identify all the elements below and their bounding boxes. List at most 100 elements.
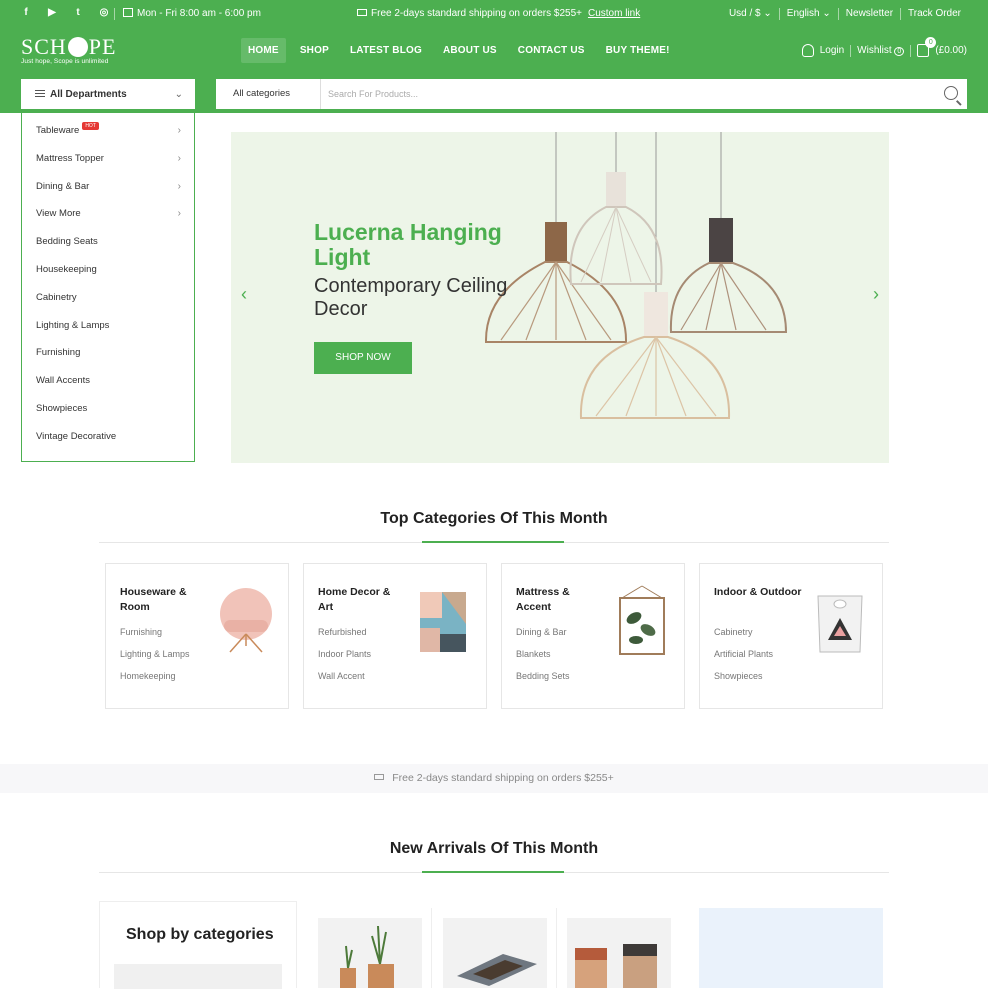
chevron-right-icon[interactable]: › (873, 284, 879, 305)
cart-total[interactable]: (£0.00) (935, 45, 967, 56)
search-input[interactable]: Search For Products... (321, 89, 967, 99)
menu-item-vintage-decorative[interactable]: Vintage Decorative (22, 423, 194, 451)
custom-link[interactable]: Custom link (588, 8, 640, 19)
section-title-new-arrivals: New Arrivals Of This Month (389, 840, 599, 857)
category-link[interactable]: Homekeeping (120, 671, 190, 693)
youtube-icon[interactable]: ▶ (46, 7, 58, 19)
logo[interactable]: SCH PE Just hope, Scope is unlimited (21, 34, 117, 66)
top-bar: f ▶ t ◎ Mon - Fri 8:00 am - 6:00 pm Free… (0, 0, 988, 27)
category-image (114, 964, 282, 989)
menu-item-lighting-lamps[interactable]: Lighting & Lamps (22, 312, 194, 340)
nav-contact-us[interactable]: CONTACT US (511, 38, 592, 63)
category-link[interactable]: Indoor Plants (318, 649, 371, 671)
storage-bag-image (817, 595, 863, 653)
cart-icon[interactable]: 0 (917, 37, 937, 57)
product-image[interactable] (567, 918, 671, 988)
category-card[interactable]: Indoor & Outdoor Cabinetry Artificial Pl… (699, 563, 883, 709)
menu-item-bedding-seats[interactable]: Bedding Seats (22, 228, 194, 256)
category-link[interactable]: Wall Accent (318, 671, 371, 693)
chevron-right-icon: › (177, 125, 181, 136)
calendar-icon (123, 8, 133, 17)
wishlist-count: 0 (894, 47, 905, 56)
category-card[interactable]: Houseware & Room Furnishing Lighting & L… (105, 563, 289, 709)
category-link[interactable]: Bedding Sets (516, 671, 570, 693)
category-card-title[interactable]: Home Decor & Art (318, 585, 408, 615)
menu-item-mattress-topper[interactable]: Mattress Topper › (22, 145, 194, 173)
menu-item-wall-accents[interactable]: Wall Accents (22, 367, 194, 395)
menu-item-tableware[interactable]: Tableware HOT › (22, 117, 194, 145)
nav-latest-blog[interactable]: LATEST BLOG (343, 38, 429, 63)
login-link[interactable]: Login (820, 45, 844, 56)
hot-badge: HOT (82, 122, 99, 130)
category-link[interactable]: Showpieces (714, 671, 773, 693)
all-departments-toggle[interactable]: All Departments ⌄ (21, 79, 195, 109)
menu-item-view-more[interactable]: View More › (22, 200, 194, 228)
logo-text-right: PE (88, 34, 117, 59)
newsletter-link[interactable]: Newsletter (837, 8, 900, 20)
category-card[interactable]: Mattress & Accent Dining & Bar Blankets … (501, 563, 685, 709)
currency-select[interactable]: Usd / $ ⌄ (722, 8, 779, 20)
category-link[interactable]: Artificial Plants (714, 649, 773, 671)
nav-buy-theme[interactable]: BUY THEME! (599, 38, 677, 63)
instagram-icon[interactable]: ◎ (98, 7, 110, 19)
menu-item-furnishing[interactable]: Furnishing (22, 339, 194, 367)
category-card[interactable]: Home Decor & Art Refurbished Indoor Plan… (303, 563, 487, 709)
promo-message: Free 2-days standard shipping on orders … (371, 8, 582, 19)
menu-item-housekeeping[interactable]: Housekeeping (22, 256, 194, 284)
shipping-bar: Free 2-days standard shipping on orders … (0, 764, 988, 793)
menu-item-dining-bar[interactable]: Dining & Bar › (22, 173, 194, 201)
nav-shop[interactable]: SHOP (293, 38, 336, 63)
category-card-title[interactable]: Indoor & Outdoor (714, 585, 804, 600)
shop-now-button[interactable]: SHOP NOW (314, 342, 412, 374)
category-card-title[interactable]: Houseware & Room (120, 585, 210, 615)
language-select[interactable]: English ⌄ (778, 8, 838, 20)
chevron-right-icon: › (177, 152, 181, 164)
user-icon[interactable] (801, 44, 814, 57)
search-icon[interactable] (944, 86, 958, 100)
section-title-top-categories: Top Categories Of This Month (380, 510, 608, 527)
account-area: Login Wishlist 0 0 (£0.00) (801, 37, 967, 57)
shop-by-categories-panel: Shop by categories (99, 901, 297, 989)
plant-pots-image (340, 925, 394, 988)
chevron-left-icon[interactable]: ‹ (241, 284, 247, 305)
promo-banner[interactable] (699, 908, 883, 988)
category-card-title[interactable]: Mattress & Accent (516, 585, 606, 615)
search-bar: All Departments ⌄ All categories Search F… (0, 75, 988, 113)
menu-item-cabinetry[interactable]: Cabinetry (22, 284, 194, 312)
logo-tagline: Just hope, Scope is unlimited (21, 58, 109, 65)
twitter-icon[interactable]: t (72, 7, 84, 19)
armchair-image (220, 588, 272, 653)
hero-subtitle: Contemporary Ceiling Decor (314, 275, 508, 320)
track-order-link[interactable]: Track Order (900, 8, 968, 20)
blanket-image (420, 592, 466, 652)
shipping-text: Free 2-days standard shipping on orders … (392, 772, 614, 784)
main-nav: HOME SHOP LATEST BLOG ABOUT US CONTACT U… (241, 38, 684, 63)
section-divider (99, 541, 889, 543)
nav-about-us[interactable]: ABOUT US (436, 38, 504, 63)
truck-icon (374, 774, 385, 780)
product-image[interactable] (443, 918, 547, 988)
facebook-icon[interactable]: f (20, 7, 32, 19)
social-links: f ▶ t ◎ (20, 7, 110, 19)
framed-plant-image (619, 585, 665, 655)
tray-image (457, 954, 537, 986)
top-bar-right: Usd / $ ⌄ English ⌄ Newsletter Track Ord… (722, 8, 968, 20)
category-link[interactable]: Refurbished (318, 627, 371, 649)
category-link[interactable]: Cabinetry (714, 627, 773, 649)
wishlist-link[interactable]: Wishlist 0 (857, 45, 905, 56)
promo-text: Free 2-days standard shipping on orders … (357, 8, 640, 20)
logo-text-left: SCH (21, 34, 67, 59)
hours-text: Mon - Fri 8:00 am - 6:00 pm (137, 8, 261, 19)
category-link[interactable]: Lighting & Lamps (120, 649, 190, 671)
category-select[interactable]: All categories (216, 79, 321, 109)
departments-label: All Departments (50, 89, 127, 100)
product-image[interactable] (318, 918, 422, 988)
main-header: SCH PE Just hope, Scope is unlimited HOME… (0, 27, 988, 75)
truck-icon (357, 9, 367, 16)
category-link[interactable]: Blankets (516, 649, 570, 671)
category-link[interactable]: Dining & Bar (516, 627, 570, 649)
menu-item-showpieces[interactable]: Showpieces (22, 395, 194, 423)
category-link[interactable]: Furnishing (120, 627, 190, 649)
nav-home[interactable]: HOME (241, 38, 286, 63)
search-box: All categories Search For Products... (216, 79, 967, 109)
